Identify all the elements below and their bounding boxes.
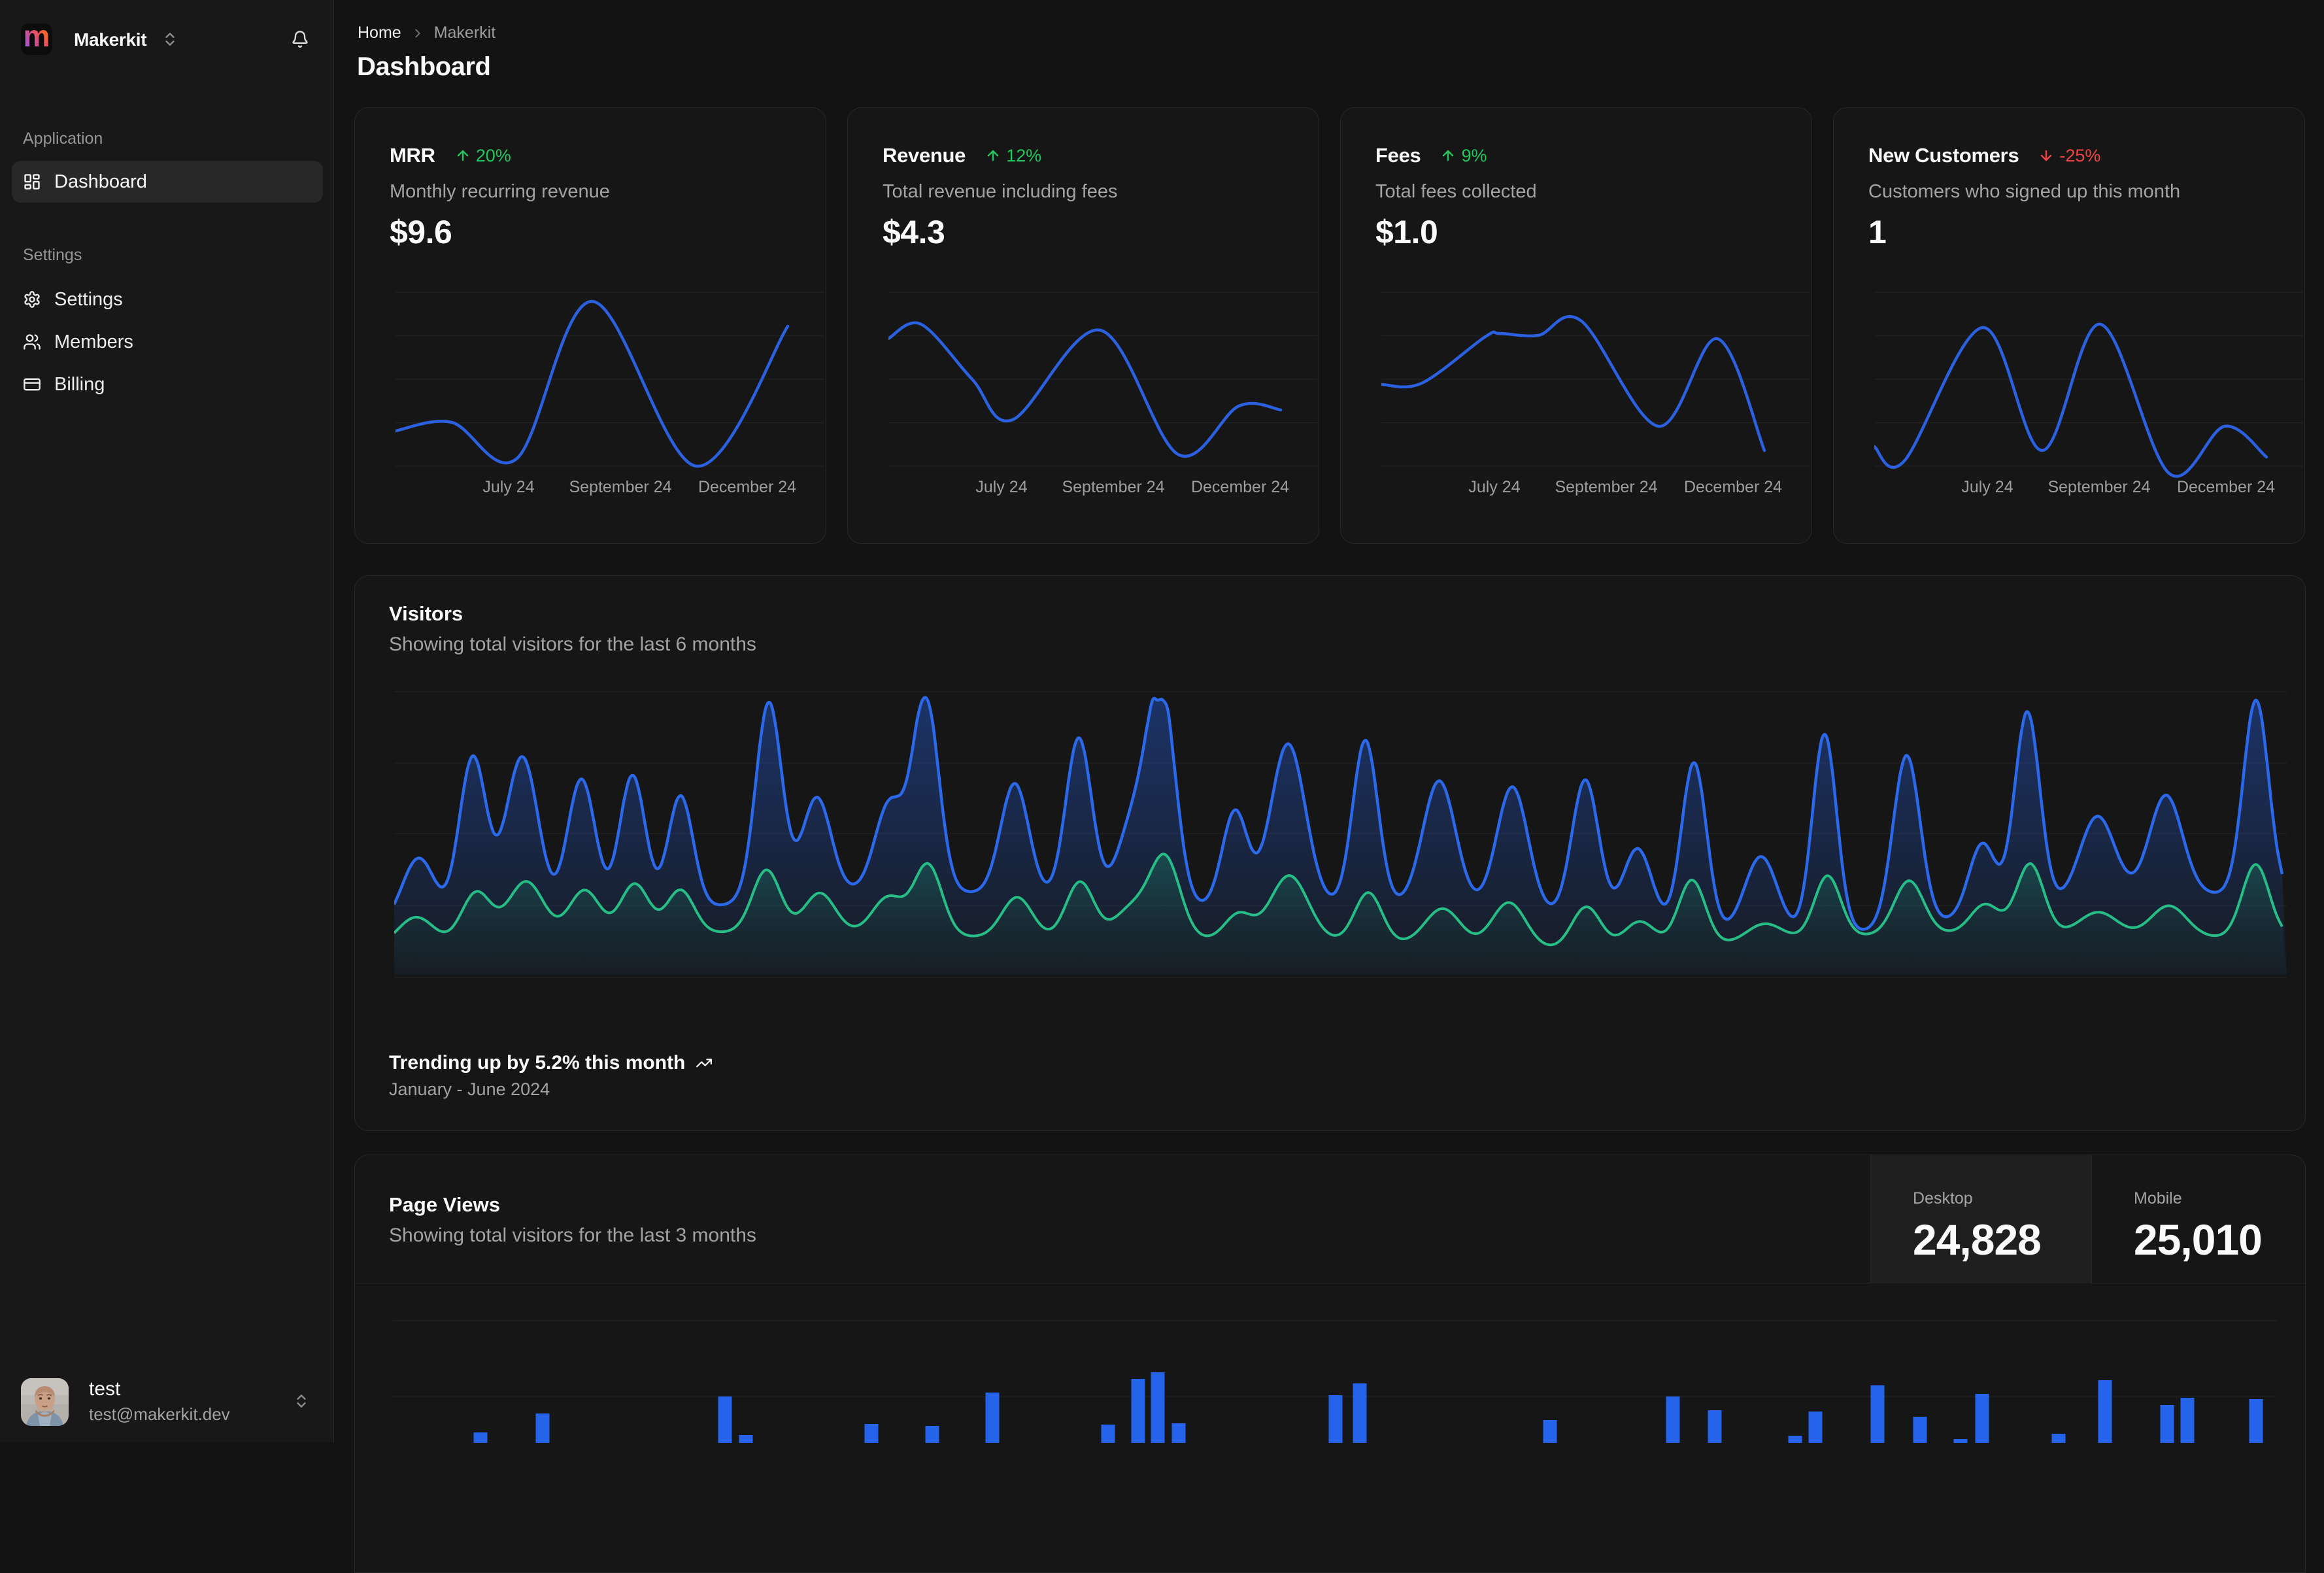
svg-text:July 24: July 24 xyxy=(1468,478,1520,496)
svg-text:December 24: December 24 xyxy=(2177,478,2275,496)
svg-text:July 24: July 24 xyxy=(482,478,534,496)
svg-text:July 24: July 24 xyxy=(975,478,1027,496)
svg-text:December 24: December 24 xyxy=(1191,478,1289,496)
svg-text:December 24: December 24 xyxy=(698,478,796,496)
svg-text:September 24: September 24 xyxy=(2047,478,2150,496)
svg-text:September 24: September 24 xyxy=(569,478,671,496)
svg-text:July 24: July 24 xyxy=(1961,478,2013,496)
svg-text:December 24: December 24 xyxy=(1684,478,1782,496)
svg-text:September 24: September 24 xyxy=(1062,478,1164,496)
svg-text:September 24: September 24 xyxy=(1555,478,1657,496)
